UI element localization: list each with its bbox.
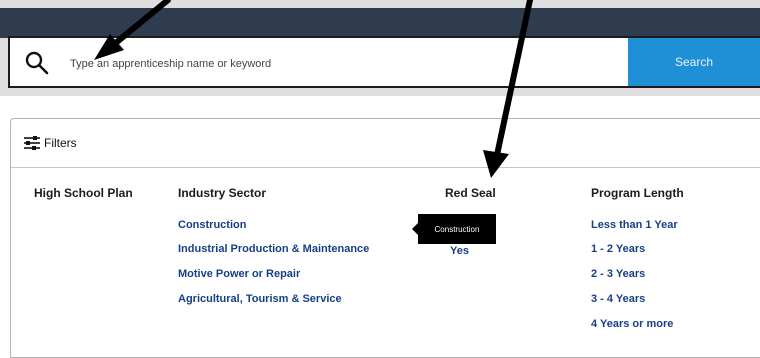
program-length-option[interactable]: Less than 1 Year: [591, 219, 678, 231]
filters-label: Filters: [44, 136, 77, 150]
filters-toggle[interactable]: Filters: [11, 119, 760, 168]
industry-sector-option[interactable]: Motive Power or Repair: [178, 268, 300, 280]
program-length-option[interactable]: 4 Years or more: [591, 318, 673, 330]
sliders-icon: [24, 136, 40, 150]
industry-sector-heading: Industry Sector: [178, 186, 267, 200]
red-seal-heading: Red Seal: [445, 186, 496, 200]
search-input[interactable]: [68, 50, 612, 78]
program-length-heading: Program Length: [591, 186, 684, 200]
red-seal-option[interactable]: Yes: [450, 245, 469, 257]
industry-sector-option[interactable]: Construction: [178, 219, 246, 231]
industry-sector-option[interactable]: Agricultural, Tourism & Service: [178, 293, 342, 305]
search-bar: Search: [8, 36, 760, 88]
program-length-option[interactable]: 1 - 2 Years: [591, 243, 645, 255]
program-length-option[interactable]: 3 - 4 Years: [591, 293, 645, 305]
high-school-plan-heading[interactable]: High School Plan: [34, 186, 133, 200]
program-length-option[interactable]: 2 - 3 Years: [591, 268, 645, 280]
search-icon: [25, 51, 49, 75]
industry-sector-option[interactable]: Industrial Production & Maintenance: [178, 243, 369, 255]
tooltip: Construction: [418, 214, 496, 244]
top-navigation-bar: [0, 8, 760, 38]
search-button[interactable]: Search: [628, 38, 760, 86]
